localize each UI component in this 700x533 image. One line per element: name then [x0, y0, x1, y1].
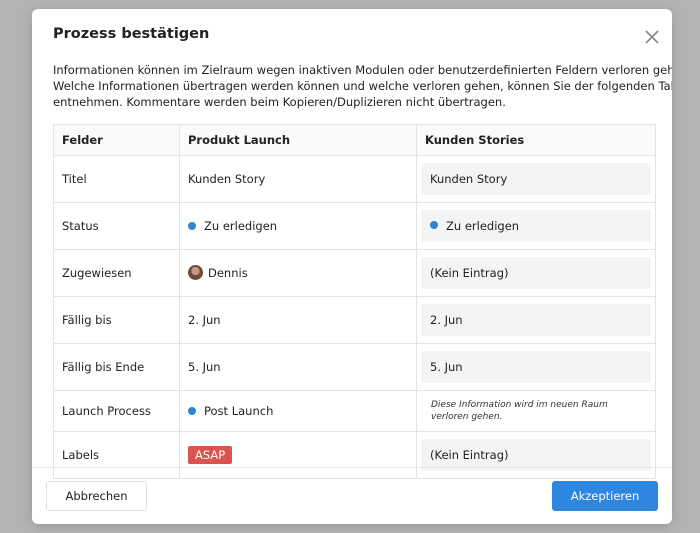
table-row: Status Zu erledigen Zu erledigen [53, 202, 656, 250]
table-row: Launch Process Post Launch Diese Informa… [53, 390, 656, 432]
table-header-row: Felder Produkt Launch Kunden Stories [53, 124, 656, 156]
target-value: (Kein Eintrag) [421, 257, 651, 289]
table-row: Zugewiesen Dennis (Kein Eintrag) [53, 249, 656, 297]
field-name: Fällig bis [53, 296, 180, 344]
target-note-cell: Diese Information wird im neuen Raum ver… [416, 390, 656, 432]
field-name: Status [53, 202, 180, 250]
table-row: Fällig bis 2. Jun 2. Jun [53, 296, 656, 344]
status-dot-icon [430, 221, 438, 229]
description-line: entnehmen. Kommentare werden beim Kopier… [53, 95, 506, 109]
description-line: Informationen können im Zielraum wegen i… [53, 63, 672, 77]
cancel-button[interactable]: Abbrechen [46, 481, 147, 511]
status-text: Zu erledigen [204, 219, 278, 233]
field-name: Launch Process [53, 390, 180, 432]
field-name: Fällig bis Ende [53, 343, 180, 391]
dialog-description: Informationen können im Zielraum wegen i… [53, 62, 672, 110]
info-lost-note: Diese Information wird im neuen Raum ver… [431, 400, 608, 422]
status-dot-icon [188, 406, 196, 415]
close-icon[interactable] [642, 27, 662, 47]
target-value: 2. Jun [421, 304, 651, 336]
field-name: Zugewiesen [53, 249, 180, 297]
accept-button[interactable]: Akzeptieren [552, 481, 658, 511]
confirm-process-dialog: Prozess bestätigen Informationen können … [32, 9, 672, 524]
header-target-space: Kunden Stories [416, 124, 656, 156]
source-value: Zu erledigen [179, 202, 417, 250]
header-fields: Felder [53, 124, 180, 156]
target-value: Kunden Story [421, 163, 651, 195]
process-text: Post Launch [204, 404, 274, 418]
target-value: Zu erledigen [421, 210, 651, 242]
assignee-name: Dennis [208, 265, 248, 280]
dialog-title: Prozess bestätigen [53, 26, 210, 42]
source-value: 5. Jun [179, 343, 417, 391]
table-row: Titel Kunden Story Kunden Story [53, 155, 656, 203]
source-value: Dennis [179, 249, 417, 297]
table-row: Fällig bis Ende 5. Jun 5. Jun [53, 343, 656, 391]
header-source-space: Produkt Launch [179, 124, 417, 156]
target-value: 5. Jun [421, 351, 651, 383]
source-value: Kunden Story [179, 155, 417, 203]
field-mapping-table: Felder Produkt Launch Kunden Stories Tit… [53, 124, 656, 479]
label-badge: ASAP [188, 446, 233, 464]
status-dot-icon [188, 221, 196, 230]
status-text: Zu erledigen [446, 219, 520, 233]
description-line: Welche Informationen übertragen werden k… [53, 79, 672, 93]
source-value: Post Launch [179, 390, 417, 432]
field-name: Titel [53, 155, 180, 203]
source-value: 2. Jun [179, 296, 417, 344]
dialog-footer: Abbrechen Akzeptieren [32, 467, 672, 524]
avatar [188, 264, 203, 280]
